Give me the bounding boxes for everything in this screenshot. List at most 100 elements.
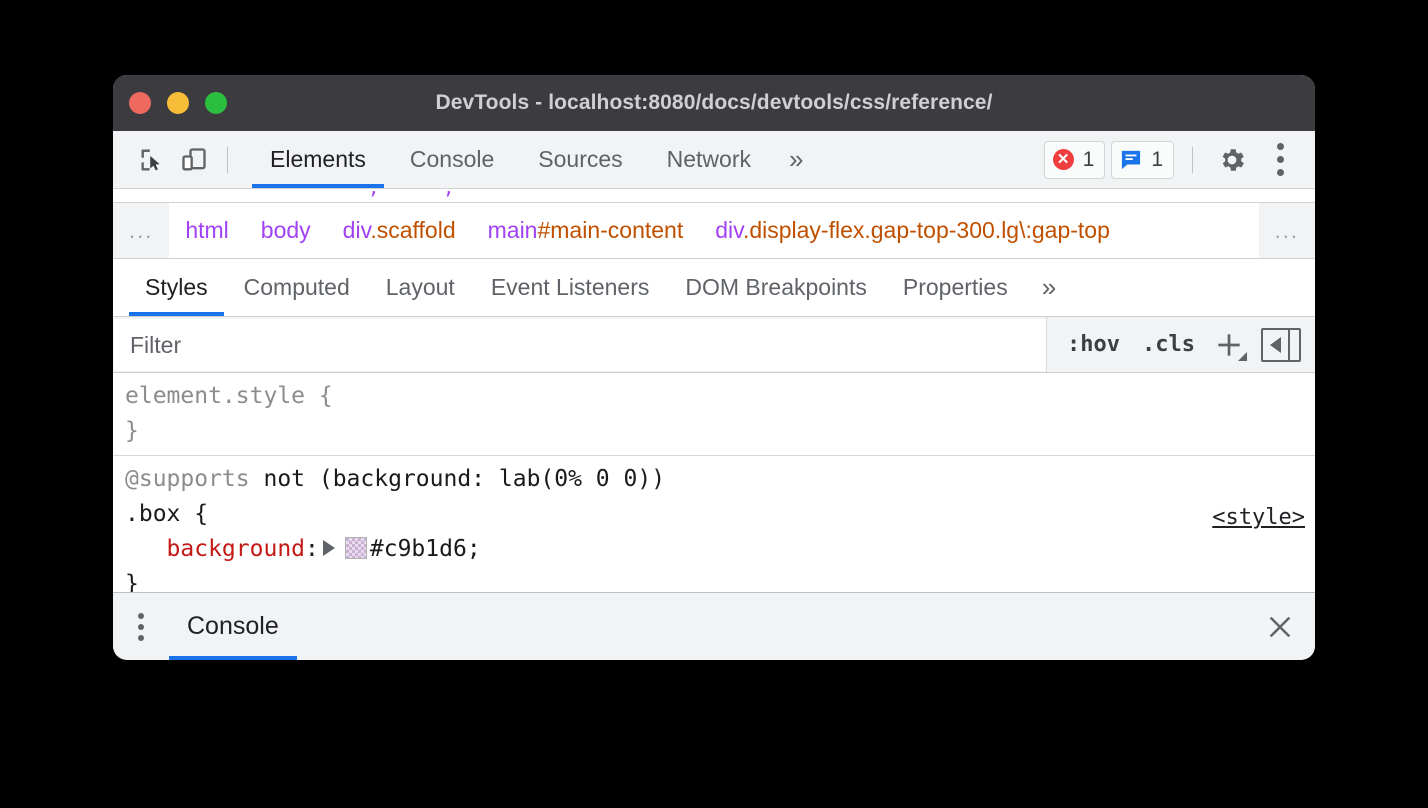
traffic-lights	[129, 92, 227, 114]
panel-tabs: Elements Console Sources Network »	[248, 131, 819, 188]
pane-tab-properties-label: Properties	[903, 274, 1008, 301]
pane-tab-dom-breakpoints-label: DOM Breakpoints	[685, 274, 867, 301]
force-state-button[interactable]: :hov	[1059, 328, 1128, 361]
declaration-semicolon: ;	[467, 536, 481, 562]
inspect-element-icon[interactable]	[131, 139, 173, 181]
plus-icon[interactable]	[1209, 325, 1249, 365]
tab-sources-label: Sources	[538, 146, 622, 173]
tab-console-label: Console	[410, 146, 494, 173]
filter-input[interactable]	[114, 319, 1046, 371]
toggle-sidebar-icon[interactable]	[1261, 328, 1301, 362]
devtools-window: DevTools - localhost:8080/docs/devtools/…	[113, 75, 1315, 660]
close-icon[interactable]	[1245, 593, 1315, 660]
error-count: 1	[1083, 148, 1095, 172]
element-classes-label: .cls	[1142, 332, 1195, 357]
breadcrumb-overflow-right[interactable]: ...	[1259, 203, 1315, 258]
pane-tab-event-listeners[interactable]: Event Listeners	[473, 259, 668, 316]
styles-pane: element.style { } @supports not (backgro…	[113, 373, 1315, 597]
minimize-window-button[interactable]	[167, 92, 189, 114]
breadcrumb-item-html[interactable]: html	[169, 217, 244, 244]
color-swatch[interactable]	[345, 537, 367, 559]
toggle-sidebar-arrow-icon	[1270, 337, 1281, 353]
element-style-close-brace: }	[125, 414, 1315, 449]
dom-tree-sliver[interactable]: , ,	[113, 189, 1315, 203]
message-icon	[1120, 150, 1142, 170]
background-declaration[interactable]: background: #c9b1d6;	[125, 532, 1315, 567]
tab-network[interactable]: Network	[645, 131, 773, 188]
sidebar-pane-tabs: Styles Computed Layout Event Listeners D…	[113, 259, 1315, 317]
zoom-window-button[interactable]	[205, 92, 227, 114]
message-count-badge[interactable]: 1	[1111, 141, 1174, 179]
drawer-kebab-dots	[138, 610, 144, 643]
kebab-menu-icon[interactable]	[1259, 139, 1301, 181]
pane-tab-computed-label: Computed	[244, 274, 350, 301]
dom-sliver-fragment-2: ,	[443, 189, 454, 199]
style-origin-link[interactable]: <style>	[1212, 500, 1305, 535]
tab-elements-label: Elements	[270, 146, 366, 173]
pane-tab-computed[interactable]: Computed	[226, 259, 368, 316]
pane-tab-properties[interactable]: Properties	[885, 259, 1026, 316]
device-toolbar-icon[interactable]	[173, 139, 215, 181]
message-count: 1	[1151, 148, 1163, 172]
dom-sliver-fragment-1: ,	[368, 189, 379, 199]
box-selector[interactable]: .box {	[125, 497, 1315, 532]
breadcrumb-item-div-display-flex[interactable]: div.display-flex.gap-top-300.lg\:gap-top	[699, 217, 1126, 244]
breadcrumb-item-div-display-flex-tag: div	[715, 217, 743, 243]
drawer-kebab-menu-icon[interactable]	[113, 593, 169, 660]
breadcrumb-item-main-content[interactable]: main#main-content	[472, 217, 700, 244]
pane-tab-layout-label: Layout	[386, 274, 455, 301]
error-count-badge[interactable]: ✕ 1	[1044, 141, 1106, 179]
at-rule-keyword: @supports	[125, 466, 250, 492]
element-style-selector[interactable]: element.style {	[125, 379, 1315, 414]
close-window-button[interactable]	[129, 92, 151, 114]
console-drawer: Console	[113, 592, 1315, 660]
filter-bar-actions: :hov .cls	[1046, 317, 1315, 372]
tab-console[interactable]: Console	[388, 131, 516, 188]
drawer-tab-console-label: Console	[187, 612, 279, 641]
new-rule-dropdown-arrow-icon	[1238, 352, 1247, 361]
element-classes-button[interactable]: .cls	[1134, 328, 1203, 361]
breadcrumb-item-div-display-flex-sel: .display-flex.gap-top-300.lg\:gap-top	[743, 217, 1110, 243]
element-style-rule[interactable]: element.style { }	[113, 373, 1315, 456]
toolbar-right-actions: ✕ 1 1	[1044, 139, 1301, 181]
expand-triangle-icon[interactable]	[323, 540, 335, 556]
breadcrumb-item-main-content-tag: main	[488, 217, 538, 243]
more-panels-label: »	[789, 144, 803, 175]
breadcrumb-item-body-tag: body	[261, 217, 311, 243]
supports-box-rule[interactable]: @supports not (background: lab(0% 0 0)) …	[113, 456, 1315, 597]
pane-tab-dom-breakpoints[interactable]: DOM Breakpoints	[667, 259, 885, 316]
background-value[interactable]: #c9b1d6	[370, 536, 467, 562]
styles-filter-bar: :hov .cls	[113, 317, 1315, 373]
pane-tab-styles[interactable]: Styles	[127, 259, 226, 316]
toolbar-divider	[227, 147, 228, 173]
more-panes-icon[interactable]: »	[1026, 259, 1072, 316]
toolbar-divider-2	[1192, 147, 1193, 173]
tab-network-label: Network	[667, 146, 751, 173]
tab-elements[interactable]: Elements	[248, 131, 388, 188]
window-titlebar: DevTools - localhost:8080/docs/devtools/…	[113, 75, 1315, 131]
screen-background: DevTools - localhost:8080/docs/devtools/…	[0, 0, 1428, 808]
devtools-toolbar: Elements Console Sources Network » ✕	[113, 131, 1315, 189]
pane-tab-event-listeners-label: Event Listeners	[491, 274, 650, 301]
more-panes-label: »	[1042, 272, 1056, 303]
declaration-colon: :	[305, 536, 319, 562]
window-title: DevTools - localhost:8080/docs/devtools/…	[113, 91, 1315, 115]
breadcrumb-item-body[interactable]: body	[245, 217, 327, 244]
tab-sources[interactable]: Sources	[516, 131, 644, 188]
error-icon: ✕	[1053, 149, 1074, 170]
breadcrumb-item-html-tag: html	[185, 217, 228, 243]
breadcrumb-item-div-scaffold-sel: .scaffold	[370, 217, 455, 243]
toggle-sidebar-divider	[1288, 330, 1290, 360]
pane-tab-layout[interactable]: Layout	[368, 259, 473, 316]
more-panels-icon[interactable]: »	[773, 131, 819, 188]
supports-at-rule-line: @supports not (background: lab(0% 0 0))	[125, 462, 1315, 497]
breadcrumb-overflow-right-label: ...	[1275, 218, 1299, 244]
breadcrumb-item-div-scaffold-tag: div	[343, 217, 371, 243]
background-property-name[interactable]: background	[167, 536, 305, 562]
breadcrumb-overflow-left[interactable]: ...	[113, 203, 169, 258]
gear-icon[interactable]	[1211, 139, 1253, 181]
drawer-tab-console[interactable]: Console	[169, 593, 297, 660]
breadcrumb-item-div-scaffold[interactable]: div.scaffold	[327, 217, 472, 244]
breadcrumb-overflow-left-label: ...	[129, 218, 153, 244]
pane-tab-styles-label: Styles	[145, 274, 208, 301]
